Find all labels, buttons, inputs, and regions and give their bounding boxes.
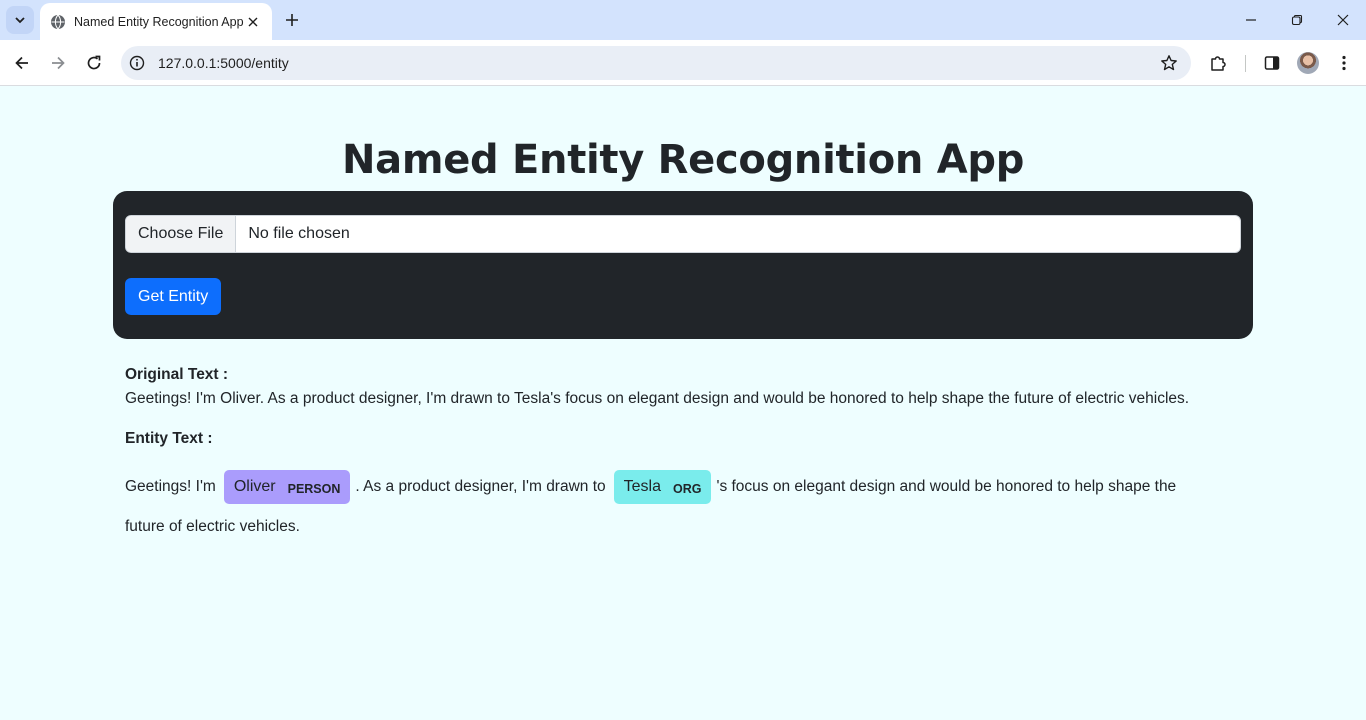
tab-search-button[interactable] [6, 6, 34, 34]
entity-text-segment: Geetings! I'm [125, 478, 216, 495]
upload-form: Choose File No file chosen Get Entity [113, 191, 1253, 339]
minimize-button[interactable] [1236, 6, 1266, 34]
arrow-right-icon [52, 56, 65, 70]
original-text-label: Original Text : [125, 366, 229, 383]
original-text: Geetings! I'm Oliver. As a product desig… [125, 390, 1190, 407]
plus-icon [286, 14, 298, 26]
tab-title: Named Entity Recognition App [74, 14, 244, 29]
page-title: Named Entity Recognition App [341, 137, 1025, 183]
globe-icon [50, 14, 66, 30]
get-entity-button[interactable]: Get Entity [125, 278, 222, 315]
reload-button[interactable] [80, 49, 108, 77]
page-content: Named Entity Recognition App Choose File… [0, 87, 1366, 720]
close-window-button[interactable] [1328, 6, 1358, 34]
entity-mark-label: PERSON [287, 482, 341, 496]
person-entity-mark: Oliver PERSON [223, 470, 351, 504]
toolbar-divider [1245, 55, 1246, 72]
url-text[interactable]: 127.0.0.1:5000/entity [158, 55, 1155, 71]
new-tab-button[interactable] [280, 8, 304, 32]
entity-mark-label: ORG [673, 482, 702, 496]
back-button[interactable] [8, 49, 36, 77]
choose-file-button[interactable]: Choose File [126, 216, 237, 252]
file-status-text: No file chosen [248, 225, 350, 242]
side-panel-icon [1264, 56, 1280, 70]
tab-strip: Named Entity Recognition App [0, 0, 1366, 40]
arrow-left-icon [15, 56, 28, 70]
entity-text-segment: . As a product designer, I'm drawn to [355, 478, 606, 495]
reload-icon [87, 55, 101, 70]
restore-icon [1291, 14, 1303, 26]
side-panel-button[interactable] [1258, 49, 1286, 77]
address-bar[interactable]: 127.0.0.1:5000/entity [121, 46, 1191, 80]
forward-button[interactable] [44, 49, 72, 77]
menu-button[interactable] [1330, 49, 1358, 77]
restore-button[interactable] [1282, 6, 1312, 34]
entity-mark-text: Tesla [623, 478, 661, 495]
file-input[interactable]: Choose File No file chosen [125, 215, 1241, 253]
browser-toolbar: 127.0.0.1:5000/entity [0, 40, 1366, 86]
org-entity-mark: Tesla ORG [613, 470, 712, 504]
entity-text-label: Entity Text : [125, 430, 213, 447]
browser-tab[interactable]: Named Entity Recognition App [40, 3, 272, 40]
kebab-menu-icon [1342, 55, 1346, 71]
entity-mark-text: Oliver [233, 478, 276, 495]
star-icon[interactable] [1155, 49, 1183, 77]
chevron-down-icon [15, 17, 25, 24]
close-icon[interactable] [244, 13, 262, 31]
entity-text-segment: future of electric vehicles. [125, 518, 300, 535]
entity-text-segment: 's focus on elegant design and would be … [716, 478, 1177, 495]
minimize-icon [1246, 19, 1256, 21]
extensions-button[interactable] [1204, 49, 1232, 77]
info-icon[interactable] [123, 49, 151, 77]
close-icon [1337, 14, 1349, 26]
puzzle-icon [1211, 56, 1226, 71]
entity-text-line: Geetings! I'm Oliver PERSON . As a produ… [125, 469, 1245, 505]
profile-avatar[interactable] [1297, 52, 1319, 74]
